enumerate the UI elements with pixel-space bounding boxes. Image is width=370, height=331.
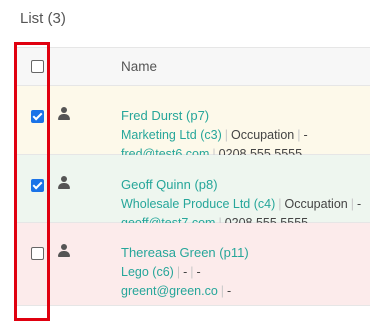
select-all-checkbox[interactable] [31, 60, 44, 73]
company-link[interactable]: Marketing Ltd (c3) [121, 128, 222, 142]
contact-name-link[interactable]: Geoff Quinn (p8) [121, 175, 361, 194]
person-icon [58, 107, 70, 120]
name-column-header[interactable]: Name [121, 59, 157, 74]
list-title: List (3) [20, 10, 66, 27]
contact-name-link[interactable]: Thereasa Green (p11) [121, 243, 249, 262]
company-link[interactable]: Wholesale Produce Ltd (c4) [121, 197, 275, 211]
contacts-table: Name Fred Durst (p7) Marketing Ltd (c3) |… [15, 47, 370, 306]
occupation-text: Occupation [284, 197, 348, 211]
occupation-text: Occupation [230, 128, 295, 142]
table-row: Fred Durst (p7) Marketing Ltd (c3) | Occup… [15, 86, 370, 161]
phone-text: - [227, 284, 232, 298]
extra-field: - [196, 265, 201, 279]
contact-name-link[interactable]: Fred Durst (p7) [121, 106, 308, 125]
occupation-text: - [183, 265, 188, 279]
row-checkbox[interactable] [31, 247, 44, 260]
table-row: Geoff Quinn (p8) Wholesale Produce Ltd (… [15, 155, 370, 230]
person-icon [58, 244, 70, 257]
extra-field: - [303, 128, 308, 142]
extra-field: - [356, 197, 362, 211]
person-icon [58, 176, 70, 189]
row-checkbox[interactable] [31, 179, 44, 192]
row-content: Thereasa Green (p11) Lego (c6) | - | - green… [121, 243, 249, 298]
row-checkbox[interactable] [31, 110, 44, 123]
company-link[interactable]: Lego (c6) [121, 265, 174, 279]
email-link[interactable]: greent@green.co [121, 284, 218, 298]
table-row: Thereasa Green (p11) Lego (c6) | - | - green… [15, 223, 370, 306]
table-header: Name [15, 47, 370, 86]
